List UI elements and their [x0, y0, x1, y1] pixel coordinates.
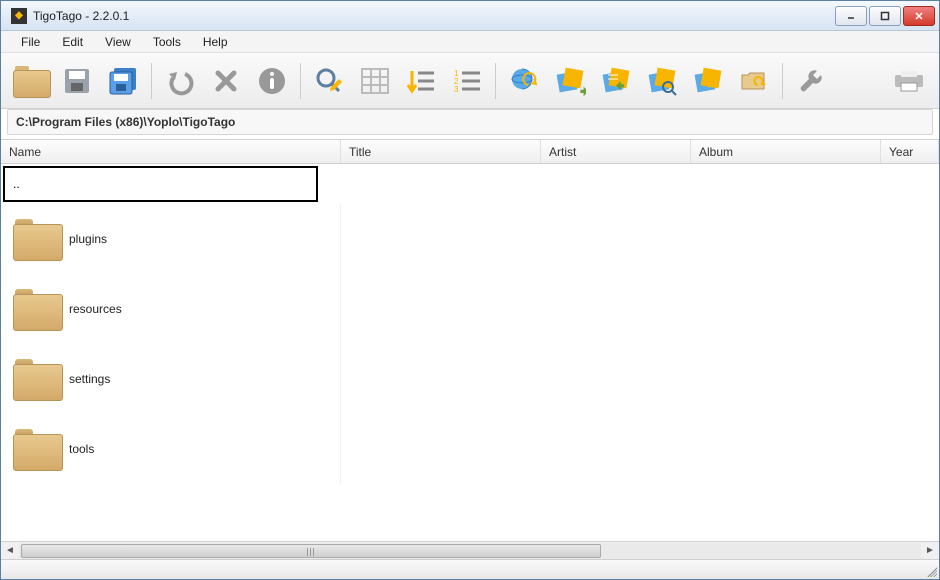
open-folder-button[interactable] [11, 61, 51, 101]
tag-search-icon [646, 65, 678, 97]
path-text: C:\Program Files (x86)\Yoplo\TigoTago [16, 115, 235, 129]
close-button[interactable] [903, 6, 935, 26]
folder-icon [13, 429, 61, 469]
info-button[interactable] [252, 61, 292, 101]
save-button[interactable] [57, 61, 97, 101]
app-window: ◆ TigoTago - 2.2.0.1 File Edit View Tool… [0, 0, 940, 580]
undo-button[interactable] [160, 61, 200, 101]
row-label: .. [13, 177, 20, 191]
minimize-button[interactable] [835, 6, 867, 26]
scroll-left-arrow[interactable]: ◄ [1, 543, 19, 559]
table-icon [360, 67, 390, 95]
tag-search-button[interactable] [642, 61, 682, 101]
folder-icon [13, 289, 61, 329]
menu-help[interactable]: Help [193, 32, 238, 52]
folder-icon [13, 219, 61, 259]
column-name[interactable]: Name [1, 140, 341, 163]
column-headers: Name Title Artist Album Year [1, 140, 939, 164]
delete-icon [212, 67, 240, 95]
menubar: File Edit View Tools Help [1, 31, 939, 53]
tag-sync-icon [692, 65, 724, 97]
save-all-icon [106, 64, 140, 98]
tag-import-button[interactable] [596, 61, 636, 101]
window-title: TigoTago - 2.2.0.1 [33, 9, 835, 23]
printer-icon [893, 69, 925, 93]
resize-grip[interactable] [925, 565, 937, 577]
search-edit-icon [313, 65, 345, 97]
menu-file[interactable]: File [11, 32, 50, 52]
scroll-thumb[interactable] [21, 544, 601, 558]
save-all-button[interactable] [103, 61, 143, 101]
folder-icon [13, 359, 61, 399]
row-folder[interactable]: settings [1, 344, 939, 414]
maximize-button[interactable] [869, 6, 901, 26]
undo-icon [165, 66, 195, 96]
tag-folder-button[interactable] [734, 61, 774, 101]
column-title[interactable]: Title [341, 140, 541, 163]
folder-icon [13, 66, 49, 96]
scroll-right-arrow[interactable]: ► [921, 543, 939, 559]
toolbar: 123 [1, 53, 939, 109]
toolbar-separator [782, 63, 783, 99]
row-up[interactable]: .. [3, 166, 318, 202]
sort-button[interactable] [401, 61, 441, 101]
tag-folder-icon [738, 65, 770, 97]
column-artist[interactable]: Artist [541, 140, 691, 163]
svg-text:3: 3 [454, 85, 459, 94]
tag-import-icon [600, 65, 632, 97]
info-icon [256, 65, 288, 97]
toolbar-separator [495, 63, 496, 99]
settings-button[interactable] [791, 61, 831, 101]
row-folder[interactable]: plugins [1, 204, 939, 274]
toolbar-separator [300, 63, 301, 99]
main-area: Name Title Artist Album Year .. plugins … [1, 139, 939, 559]
row-label: plugins [69, 232, 107, 246]
titlebar: ◆ TigoTago - 2.2.0.1 [1, 1, 939, 31]
menu-edit[interactable]: Edit [52, 32, 93, 52]
print-button[interactable] [889, 61, 929, 101]
web-refresh-button[interactable] [504, 61, 544, 101]
menu-view[interactable]: View [95, 32, 141, 52]
toolbar-separator [151, 63, 152, 99]
row-label: resources [69, 302, 122, 316]
row-label: tools [69, 442, 94, 456]
tag-export-button[interactable] [550, 61, 590, 101]
numbered-list-icon: 123 [452, 67, 482, 95]
column-year[interactable]: Year [881, 140, 939, 163]
tag-sync-button[interactable] [688, 61, 728, 101]
horizontal-scrollbar[interactable]: ◄ ► [1, 541, 939, 559]
menu-tools[interactable]: Tools [143, 32, 191, 52]
save-icon [61, 65, 93, 97]
row-folder[interactable]: resources [1, 274, 939, 344]
path-bar[interactable]: C:\Program Files (x86)\Yoplo\TigoTago [7, 109, 933, 135]
numbered-list-button[interactable]: 123 [447, 61, 487, 101]
table-button[interactable] [355, 61, 395, 101]
window-controls [835, 6, 935, 26]
tag-export-icon [554, 65, 586, 97]
globe-refresh-icon [508, 65, 540, 97]
row-folder[interactable]: tools [1, 414, 939, 484]
file-list: .. plugins resources settings [1, 164, 939, 541]
scroll-track[interactable] [19, 543, 921, 559]
statusbar [1, 559, 939, 579]
column-album[interactable]: Album [691, 140, 881, 163]
app-icon: ◆ [11, 8, 27, 24]
search-edit-button[interactable] [309, 61, 349, 101]
delete-button[interactable] [206, 61, 246, 101]
sort-icon [406, 67, 436, 95]
row-label: settings [69, 372, 110, 386]
wrench-icon [795, 65, 827, 97]
